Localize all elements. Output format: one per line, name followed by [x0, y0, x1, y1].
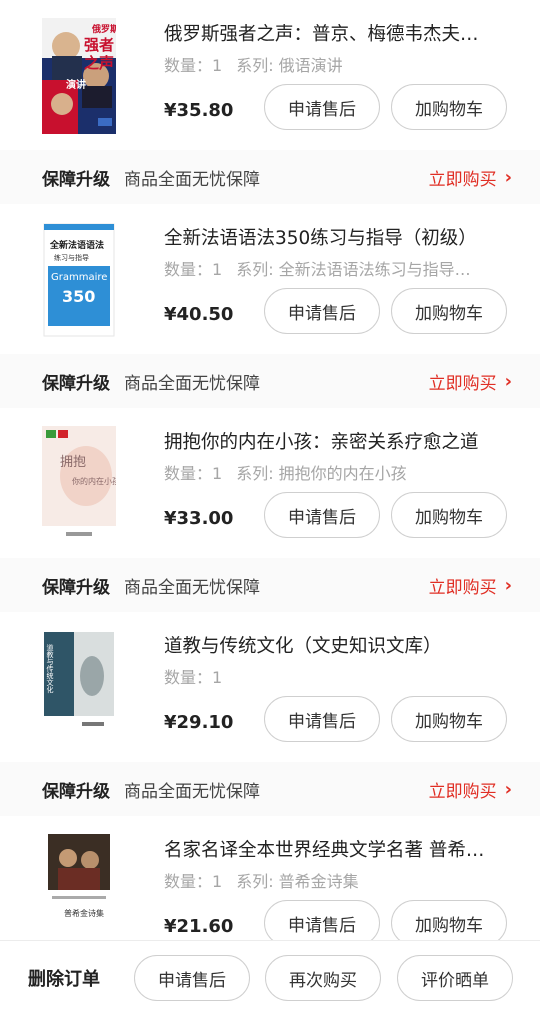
buy-now-link[interactable]: 立即购买 › — [429, 573, 512, 598]
cover-text: 练习与指导 — [54, 253, 89, 262]
book-cover-taoism[interactable]: 道教与传统文化 — [42, 630, 116, 746]
after-sales-button[interactable]: 申请售后 — [264, 288, 380, 334]
order-action-bar: 删除订单 申请售后 再次购买 评价晒单 — [0, 940, 540, 1015]
chevron-right-icon: › — [504, 370, 512, 392]
after-sales-button[interactable]: 申请售后 — [264, 492, 380, 538]
product-title[interactable]: 拥抱你的内在小孩：亲密关系疗愈之道 — [164, 430, 504, 456]
cover-text: 强者 — [84, 36, 114, 54]
buy-now-label: 立即购买 — [428, 373, 497, 394]
buy-now-label: 立即购买 — [428, 577, 497, 598]
guarantee-title: 保障升级 — [42, 373, 110, 394]
product-quantity: 数量：1 — [164, 872, 223, 891]
product-price: ¥21.60 — [164, 916, 234, 937]
product-series: 系列: 俄语演讲 — [236, 56, 343, 75]
guarantee-upgrade-row: 保障升级 商品全面无忧保障 立即购买 › — [0, 354, 540, 408]
cover-text: 350 — [62, 287, 95, 306]
cover-text: 俄罗斯 — [91, 23, 116, 35]
chevron-right-icon: › — [504, 574, 512, 596]
product-price: ¥33.00 — [164, 508, 234, 529]
delete-order-link[interactable]: 删除订单 — [28, 965, 100, 991]
product-quantity: 数量：1 — [164, 464, 223, 483]
product-quantity: 数量：1 — [164, 260, 223, 279]
product-title[interactable]: 俄罗斯强者之声：普京、梅德韦杰夫… — [164, 22, 504, 48]
buy-now-label: 立即购买 — [428, 169, 497, 190]
cover-text: 演讲 — [66, 78, 86, 91]
product-meta: 数量：1 — [164, 666, 504, 690]
order-after-sales-button[interactable]: 申请售后 — [134, 955, 250, 1001]
cover-text: 拥抱 — [60, 454, 86, 470]
product-series: 系列: 拥抱你的内在小孩 — [236, 464, 407, 483]
add-to-cart-button[interactable]: 加购物车 — [391, 84, 507, 130]
product-card[interactable]: 俄罗斯 强者 之声 演讲 俄罗斯强者之声：普京、梅德韦杰夫… 数量：1 系列: 俄… — [0, 0, 540, 150]
product-title[interactable]: 全新法语语法350练习与指导（初级） — [164, 226, 504, 252]
product-title[interactable]: 道教与传统文化（文史知识文库） — [164, 634, 504, 660]
add-to-cart-button[interactable]: 加购物车 — [391, 288, 507, 334]
guarantee-upgrade-row: 保障升级 商品全面无忧保障 立即购买 › — [0, 150, 540, 204]
cover-text: 你的内在小孩 — [72, 476, 116, 486]
book-cover-pushkin[interactable]: 普希金诗集 — [42, 834, 116, 950]
cover-text: 全新法语语法 — [49, 239, 104, 251]
cover-text: Grammaire — [51, 272, 107, 283]
product-quantity: 数量：1 — [164, 56, 223, 75]
buy-now-link[interactable]: 立即购买 › — [429, 165, 512, 190]
guarantee-desc: 商品全面无忧保障 — [124, 577, 260, 598]
product-meta: 数量：1 系列: 俄语演讲 — [164, 54, 504, 78]
product-price: ¥40.50 — [164, 304, 234, 325]
chevron-right-icon: › — [504, 778, 512, 800]
cover-text: 之声 — [84, 54, 114, 72]
buy-now-link[interactable]: 立即购买 › — [429, 777, 512, 802]
guarantee-title: 保障升级 — [42, 781, 110, 802]
book-cover-inner-child[interactable]: 拥抱 你的内在小孩 — [42, 426, 116, 542]
product-title[interactable]: 名家名译全本世界经典文学名著 普希… — [164, 838, 504, 864]
after-sales-button[interactable]: 申请售后 — [264, 84, 380, 130]
product-series: 系列: 全新法语语法练习与指导… — [236, 260, 471, 279]
cover-text: 普希金诗集 — [64, 908, 104, 918]
product-meta: 数量：1 系列: 普希金诗集 — [164, 870, 504, 894]
add-to-cart-button[interactable]: 加购物车 — [391, 492, 507, 538]
product-card[interactable]: 拥抱 你的内在小孩 拥抱你的内在小孩：亲密关系疗愈之道 数量：1 系列: 拥抱你的… — [0, 408, 540, 558]
book-cover-french-grammar[interactable]: 全新法语语法 练习与指导 Grammaire 350 — [42, 222, 116, 338]
buy-now-label: 立即购买 — [428, 781, 497, 802]
buy-now-link[interactable]: 立即购买 › — [429, 369, 512, 394]
order-item-list: 俄罗斯 强者 之声 演讲 俄罗斯强者之声：普京、梅德韦杰夫… 数量：1 系列: 俄… — [0, 0, 540, 966]
product-card[interactable]: 全新法语语法 练习与指导 Grammaire 350 全新法语语法350练习与指… — [0, 204, 540, 354]
add-to-cart-button[interactable]: 加购物车 — [391, 696, 507, 742]
guarantee-upgrade-row: 保障升级 商品全面无忧保障 立即购买 › — [0, 762, 540, 816]
guarantee-desc: 商品全面无忧保障 — [124, 373, 260, 394]
guarantee-upgrade-row: 保障升级 商品全面无忧保障 立即购买 › — [0, 558, 540, 612]
product-series: 系列: 普希金诗集 — [236, 872, 359, 891]
product-price: ¥29.10 — [164, 712, 234, 733]
guarantee-title: 保障升级 — [42, 169, 110, 190]
product-price: ¥35.80 — [164, 100, 234, 121]
after-sales-button[interactable]: 申请售后 — [264, 696, 380, 742]
guarantee-desc: 商品全面无忧保障 — [124, 169, 260, 190]
chevron-right-icon: › — [504, 166, 512, 188]
product-quantity: 数量：1 — [164, 668, 223, 687]
buy-again-button[interactable]: 再次购买 — [265, 955, 381, 1001]
product-card[interactable]: 道教与传统文化 道教与传统文化（文史知识文库） 数量：1 ¥29.10 申请售后… — [0, 612, 540, 762]
guarantee-title: 保障升级 — [42, 577, 110, 598]
review-button[interactable]: 评价晒单 — [397, 955, 513, 1001]
product-meta: 数量：1 系列: 全新法语语法练习与指导… — [164, 258, 504, 282]
guarantee-desc: 商品全面无忧保障 — [124, 781, 260, 802]
cover-text: 道教与传统文化 — [46, 643, 54, 694]
book-cover-russian-speeches[interactable]: 俄罗斯 强者 之声 演讲 — [42, 18, 116, 134]
product-meta: 数量：1 系列: 拥抱你的内在小孩 — [164, 462, 504, 486]
